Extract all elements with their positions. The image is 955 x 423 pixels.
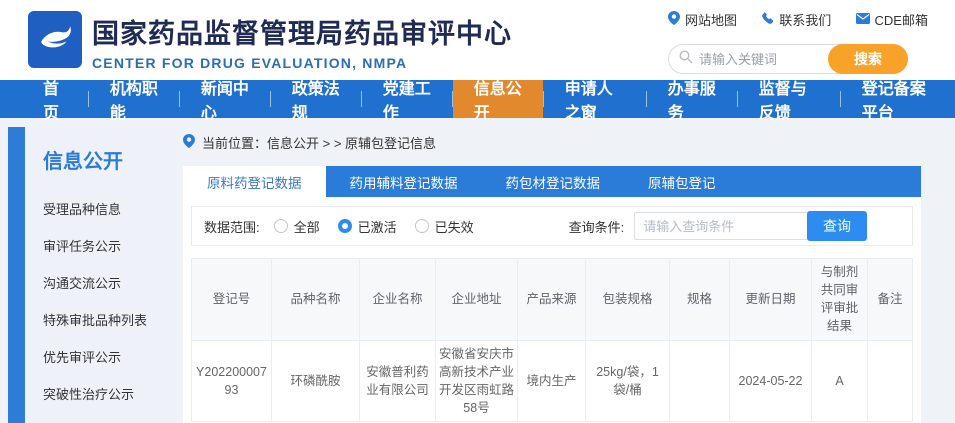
tab-api-registration[interactable]: 原料药登记数据 (183, 166, 326, 197)
radio-expired-label: 已失效 (435, 217, 474, 236)
table-row: Y20220000793 环磷酰胺 安徽普利药业有限公司 安徽省安庆市高新技术产… (192, 340, 913, 422)
nav-item-registration-platform[interactable]: 登记备案平台 (841, 80, 955, 118)
cde-mail-label: CDE邮箱 (875, 10, 928, 29)
col-variety-name: 品种名称 (272, 259, 360, 341)
cell-company-address: 安徽省安庆市高新技术产业开发区雨虹路58号 (436, 340, 518, 422)
sidebar-item-priority-review[interactable]: 优先审评公示 (43, 338, 175, 375)
breadcrumb-pin-icon (183, 134, 195, 151)
sidebar-item-review-tasks[interactable]: 审评任务公示 (43, 227, 175, 264)
tab-excipient-registration[interactable]: 药用辅料登记数据 (326, 166, 482, 197)
col-remarks: 备注 (868, 259, 913, 341)
nav-item-info-disclosure[interactable]: 信息公开 (453, 80, 543, 118)
sitemap-label: 网站地图 (685, 10, 737, 29)
cde-website-page: 国家药品监督管理局药品审评中心 CENTER FOR DRUG EVALUATI… (0, 0, 955, 423)
radio-all-circle (274, 219, 288, 233)
main-nav: 首页 机构职能 新闻中心 政策法规 党建工作 信息公开 申请人之窗 办事服务 监… (0, 80, 955, 118)
contact-link[interactable]: 联系我们 (761, 10, 831, 29)
header-quick-links: 网站地图 联系我们 CDE邮箱 (668, 10, 928, 29)
site-search-button[interactable]: 搜索 (828, 44, 908, 74)
col-spec: 规格 (670, 259, 730, 341)
cell-variety-name: 环磷酰胺 (272, 340, 360, 422)
query-button[interactable]: 查询 (807, 211, 867, 241)
phone-icon (761, 12, 774, 28)
site-titles: 国家药品监督管理局药品审评中心 CENTER FOR DRUG EVALUATI… (92, 12, 512, 71)
sidebar-item-breakthrough-therapy[interactable]: 突破性治疗公示 (43, 375, 175, 412)
location-pin-icon (668, 11, 680, 28)
col-product-source: 产品来源 (518, 259, 586, 341)
nav-item-policies[interactable]: 政策法规 (271, 80, 361, 118)
table-header-row: 登记号 品种名称 企业名称 企业地址 产品来源 包装规格 规格 更新日期 与制剂… (192, 259, 913, 341)
query-label: 查询条件: (569, 217, 625, 236)
cell-registration-no: Y20220000793 (192, 340, 272, 422)
nav-item-party[interactable]: 党建工作 (362, 80, 452, 118)
sidebar: 信息公开 受理品种信息 审评任务公示 沟通交流公示 特殊审批品种列表 优先审评公… (25, 127, 175, 423)
sidebar-item-special-approval[interactable]: 特殊审批品种列表 (43, 301, 175, 338)
contact-label: 联系我们 (779, 10, 831, 29)
radio-all-label: 全部 (294, 217, 320, 236)
filter-bar: 数据范围: 全部 已激活 已失效 查询条件: 查询 (191, 206, 913, 246)
sidebar-item-communication[interactable]: 沟通交流公示 (43, 264, 175, 301)
content-panel: 原料药登记数据 药用辅料登记数据 药包材登记数据 原辅包登记 数据范围: 全部 … (183, 166, 921, 423)
sidebar-item-accepted-varieties[interactable]: 受理品种信息 (43, 190, 175, 227)
breadcrumb: 当前位置：信息公开 > > 原辅包登记信息 (183, 133, 436, 152)
cell-company-name: 安徽普利药业有限公司 (360, 340, 436, 422)
radio-expired-circle (415, 219, 429, 233)
site-title-en: CENTER FOR DRUG EVALUATION, NMPA (92, 55, 512, 71)
cell-packaging-spec: 25kg/袋，1袋/桶 (586, 340, 670, 422)
nav-item-supervision[interactable]: 监督与反馈 (738, 80, 840, 118)
col-update-date: 更新日期 (730, 259, 812, 341)
site-title-cn: 国家药品监督管理局药品审评中心 (92, 12, 512, 51)
nav-item-news[interactable]: 新闻中心 (180, 80, 270, 118)
nav-item-home[interactable]: 首页 (22, 80, 88, 118)
cell-remarks (868, 340, 913, 422)
sidebar-item-three-in-one[interactable]: 三合一序列公示 (43, 412, 175, 423)
nav-item-services[interactable]: 办事服务 (647, 80, 737, 118)
col-company-name: 企业名称 (360, 259, 436, 341)
col-joint-review-result: 与制剂共同审评审批结果 (812, 259, 868, 341)
sitemap-link[interactable]: 网站地图 (668, 10, 737, 29)
cell-joint-review-result: A (812, 340, 868, 422)
swan-icon (33, 15, 77, 64)
site-search: 搜索 (668, 44, 908, 74)
mail-icon (856, 12, 870, 27)
radio-activated[interactable]: 已激活 (338, 217, 397, 236)
scope-label: 数据范围: (204, 217, 260, 236)
radio-all[interactable]: 全部 (274, 217, 320, 236)
tab-packaging-registration[interactable]: 药包材登记数据 (482, 166, 625, 197)
nav-item-applicant-window[interactable]: 申请人之窗 (544, 80, 646, 118)
cde-logo[interactable] (28, 11, 82, 68)
radio-expired[interactable]: 已失效 (415, 217, 474, 236)
col-packaging-spec: 包装规格 (586, 259, 670, 341)
col-registration-no: 登记号 (192, 259, 272, 341)
cde-mail-link[interactable]: CDE邮箱 (856, 10, 928, 29)
left-accent-strip (8, 127, 25, 423)
cell-spec (670, 340, 730, 422)
nav-item-functions[interactable]: 机构职能 (89, 80, 179, 118)
col-company-address: 企业地址 (436, 259, 518, 341)
cell-update-date: 2024-05-22 (730, 340, 812, 422)
radio-activated-label: 已激活 (358, 217, 397, 236)
site-header: 国家药品监督管理局药品审评中心 CENTER FOR DRUG EVALUATI… (0, 0, 955, 80)
sidebar-title: 信息公开 (43, 145, 175, 174)
breadcrumb-label: 当前位置：信息公开 > > 原辅包登记信息 (202, 133, 436, 152)
radio-activated-circle (338, 219, 352, 233)
cell-product-source: 境内生产 (518, 340, 586, 422)
scope-radio-group: 全部 已激活 已失效 (274, 217, 474, 236)
tab-apief-registration[interactable]: 原辅包登记 (624, 166, 740, 197)
search-icon (679, 50, 693, 69)
registration-table: 登记号 品种名称 企业名称 企业地址 产品来源 包装规格 规格 更新日期 与制剂… (191, 258, 913, 422)
data-tabs: 原料药登记数据 药用辅料登记数据 药包材登记数据 原辅包登记 (183, 166, 921, 197)
